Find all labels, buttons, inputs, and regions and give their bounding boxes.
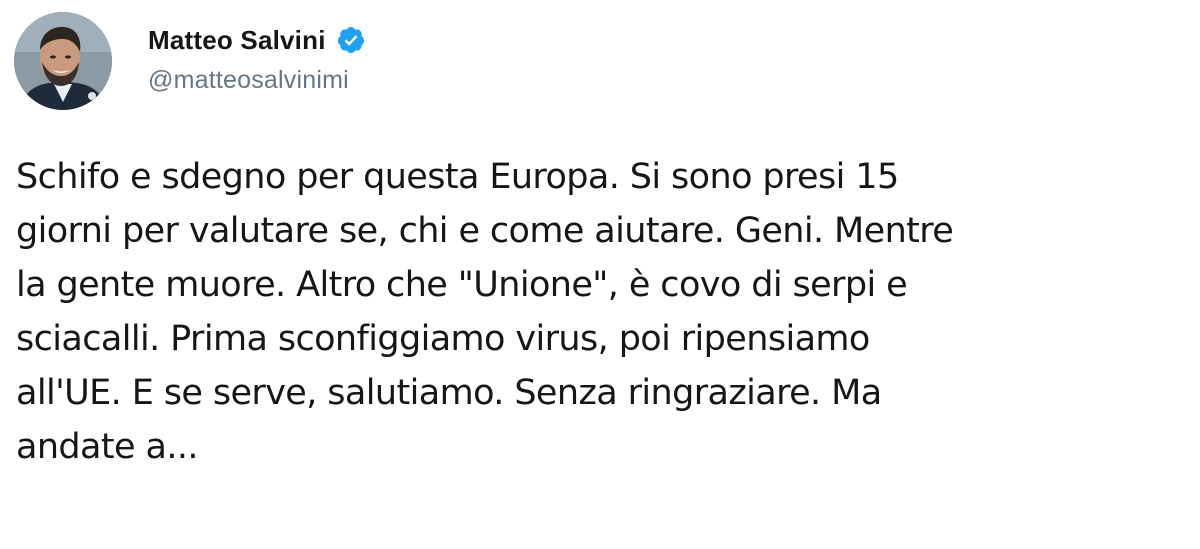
display-name[interactable]: Matteo Salvini — [148, 25, 326, 56]
user-handle[interactable]: @matteosalvinimi — [148, 66, 366, 95]
tweet-text-line: la gente muore. Altro che "Unione", è co… — [16, 265, 908, 305]
avatar-photo — [14, 12, 112, 110]
tweet-text-line: giorni per valutare se, chi e come aiuta… — [16, 211, 954, 251]
tweet-text-line: all'UE. E se serve, salutiamo. Senza rin… — [16, 373, 882, 413]
verified-badge-icon — [336, 25, 366, 55]
author-info: Matteo Salvini @matteosalvinimi — [148, 22, 366, 95]
avatar[interactable] — [14, 12, 112, 110]
tweet-text: Schifo e sdegno per questa Europa. Si so… — [16, 150, 1196, 474]
tweet-text-line: sciacalli. Prima sconfiggiamo virus, poi… — [16, 319, 870, 359]
tweet-text-line: Schifo e sdegno per questa Europa. Si so… — [16, 157, 899, 197]
tweet-text-line: andate a... — [16, 427, 199, 467]
name-row: Matteo Salvini — [148, 22, 366, 58]
tweet-card: Matteo Salvini @matteosalvinimi Schifo e… — [0, 0, 1200, 549]
